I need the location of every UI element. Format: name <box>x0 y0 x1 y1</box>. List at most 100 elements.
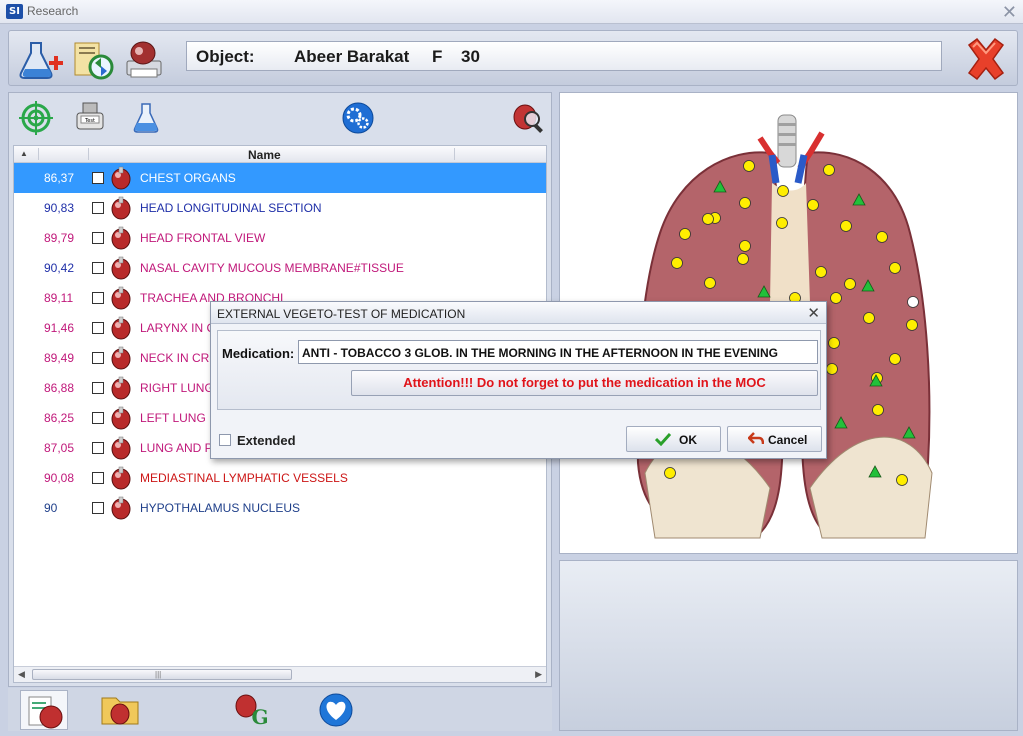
row-checkbox[interactable] <box>92 352 104 364</box>
yellow-marker[interactable] <box>863 312 875 324</box>
yellow-marker[interactable] <box>743 160 755 172</box>
yellow-marker[interactable] <box>876 231 888 243</box>
target-icon[interactable] <box>19 101 53 135</box>
scroll-left-icon[interactable]: ◀ <box>18 669 25 680</box>
yellow-marker[interactable] <box>807 199 819 211</box>
ok-button[interactable]: OK <box>626 426 721 452</box>
row-checkbox[interactable] <box>92 502 104 514</box>
row-value: 86,37 <box>44 171 75 185</box>
row-value: 89,79 <box>44 231 75 245</box>
dialog-body: Medication: ANTI - TOBACCO 3 GLOB. IN TH… <box>217 330 821 410</box>
object-age: 30 <box>461 47 480 66</box>
extended-checkbox[interactable] <box>219 434 231 446</box>
row-value: 90,42 <box>44 261 75 275</box>
yellow-marker[interactable] <box>776 217 788 229</box>
yellow-marker[interactable] <box>739 240 751 252</box>
yellow-marker[interactable] <box>823 164 835 176</box>
organ-icon <box>110 376 132 400</box>
scroll-right-icon[interactable]: ▶ <box>535 669 542 680</box>
organ-icon <box>110 436 132 460</box>
yellow-marker[interactable] <box>826 363 838 375</box>
yellow-marker[interactable] <box>671 257 683 269</box>
tab-organ-g[interactable]: G <box>230 690 278 730</box>
row-name: RIGHT LUNG <box>140 381 214 395</box>
yellow-marker[interactable] <box>840 220 852 232</box>
row-checkbox[interactable] <box>92 322 104 334</box>
horizontal-scrollbar[interactable]: ◀ ||| ▶ <box>14 666 546 682</box>
medication-input[interactable]: ANTI - TOBACCO 3 GLOB. IN THE MORNING IN… <box>298 340 818 364</box>
row-value: 90,83 <box>44 201 75 215</box>
organ-icon <box>110 286 132 310</box>
row-name: MEDIASTINAL LYMPHATIC VESSELS <box>140 471 348 485</box>
yellow-marker[interactable] <box>889 353 901 365</box>
white-marker[interactable] <box>907 296 919 308</box>
organ-icon <box>110 226 132 250</box>
test-device-icon[interactable]: Test <box>73 101 107 135</box>
yellow-marker[interactable] <box>679 228 691 240</box>
tab-organ-folder[interactable] <box>96 690 144 730</box>
row-checkbox[interactable] <box>92 202 104 214</box>
sort-up-icon[interactable]: ▲ <box>20 149 28 158</box>
flask-icon[interactable] <box>129 101 163 135</box>
table-row[interactable]: 90,42 NASAL CAVITY MUCOUS MEMBRANE#TISSUE <box>14 253 546 283</box>
cancel-button[interactable]: Cancel <box>727 426 822 452</box>
yellow-marker[interactable] <box>664 467 676 479</box>
table-row[interactable]: 90 HYPOTHALAMUS NUCLEUS <box>14 493 546 523</box>
table-row[interactable]: 89,79 HEAD FRONTAL VIEW <box>14 223 546 253</box>
row-checkbox[interactable] <box>92 412 104 424</box>
organ-icon <box>110 196 132 220</box>
yellow-marker[interactable] <box>844 278 856 290</box>
object-box: Object: Abeer Barakat F 30 <box>186 41 942 71</box>
yellow-marker[interactable] <box>815 266 827 278</box>
row-name: HYPOTHALAMUS NUCLEUS <box>140 501 301 515</box>
yellow-marker[interactable] <box>702 213 714 225</box>
row-value: 91,46 <box>44 321 75 335</box>
table-row[interactable]: 86,37 CHEST ORGANS <box>14 163 546 193</box>
row-checkbox[interactable] <box>92 232 104 244</box>
settings-gears-icon[interactable] <box>341 101 375 135</box>
dialog-close-button[interactable]: ✕ <box>807 304 820 322</box>
yellow-marker[interactable] <box>739 197 751 209</box>
row-name: CHEST ORGANS <box>140 171 236 185</box>
print-organ-icon[interactable] <box>123 39 169 81</box>
yellow-marker[interactable] <box>704 277 716 289</box>
yellow-marker[interactable] <box>896 474 908 486</box>
check-icon <box>654 432 672 449</box>
tab-heart[interactable] <box>312 690 360 730</box>
grip-icon: ||| <box>155 670 162 679</box>
svg-text:Test: Test <box>84 118 95 124</box>
attention-button[interactable]: Attention!!! Do not forget to put the me… <box>351 370 818 396</box>
object-label: Object: <box>196 47 255 66</box>
row-checkbox[interactable] <box>92 262 104 274</box>
search-organ-icon[interactable] <box>511 101 545 135</box>
tab-organ-list[interactable] <box>20 690 68 730</box>
yellow-marker[interactable] <box>889 262 901 274</box>
row-checkbox[interactable] <box>92 172 104 184</box>
table-row[interactable]: 90,08 MEDIASTINAL LYMPHATIC VESSELS <box>14 463 546 493</box>
yellow-marker[interactable] <box>830 292 842 304</box>
table-row[interactable]: 90,83 HEAD LONGITUDINAL SECTION <box>14 193 546 223</box>
row-checkbox[interactable] <box>92 292 104 304</box>
undo-arrow-icon <box>747 432 765 449</box>
window-close-button[interactable]: ✕ <box>1002 1 1017 23</box>
row-name: LEFT LUNG <box>140 411 206 425</box>
row-checkbox[interactable] <box>92 442 104 454</box>
add-flask-icon[interactable] <box>19 39 65 81</box>
list-header: ▲ Name <box>14 146 546 163</box>
yellow-marker[interactable] <box>828 337 840 349</box>
refresh-folder-icon[interactable] <box>71 39 117 81</box>
organ-icon <box>110 346 132 370</box>
object-gender: F <box>432 47 443 66</box>
column-header-name[interactable]: Name <box>248 148 281 162</box>
row-checkbox[interactable] <box>92 472 104 484</box>
row-checkbox[interactable] <box>92 382 104 394</box>
close-research-icon[interactable] <box>963 37 1009 81</box>
yellow-marker[interactable] <box>872 404 884 416</box>
row-value: 86,25 <box>44 411 75 425</box>
yellow-marker[interactable] <box>906 319 918 331</box>
yellow-marker[interactable] <box>737 253 749 265</box>
yellow-marker[interactable] <box>777 185 789 197</box>
medication-dialog: EXTERNAL VEGETO-TEST OF MEDICATION ✕ Med… <box>210 301 827 459</box>
scrollbar-thumb[interactable]: ||| <box>32 669 292 680</box>
extended-label: Extended <box>237 433 296 448</box>
